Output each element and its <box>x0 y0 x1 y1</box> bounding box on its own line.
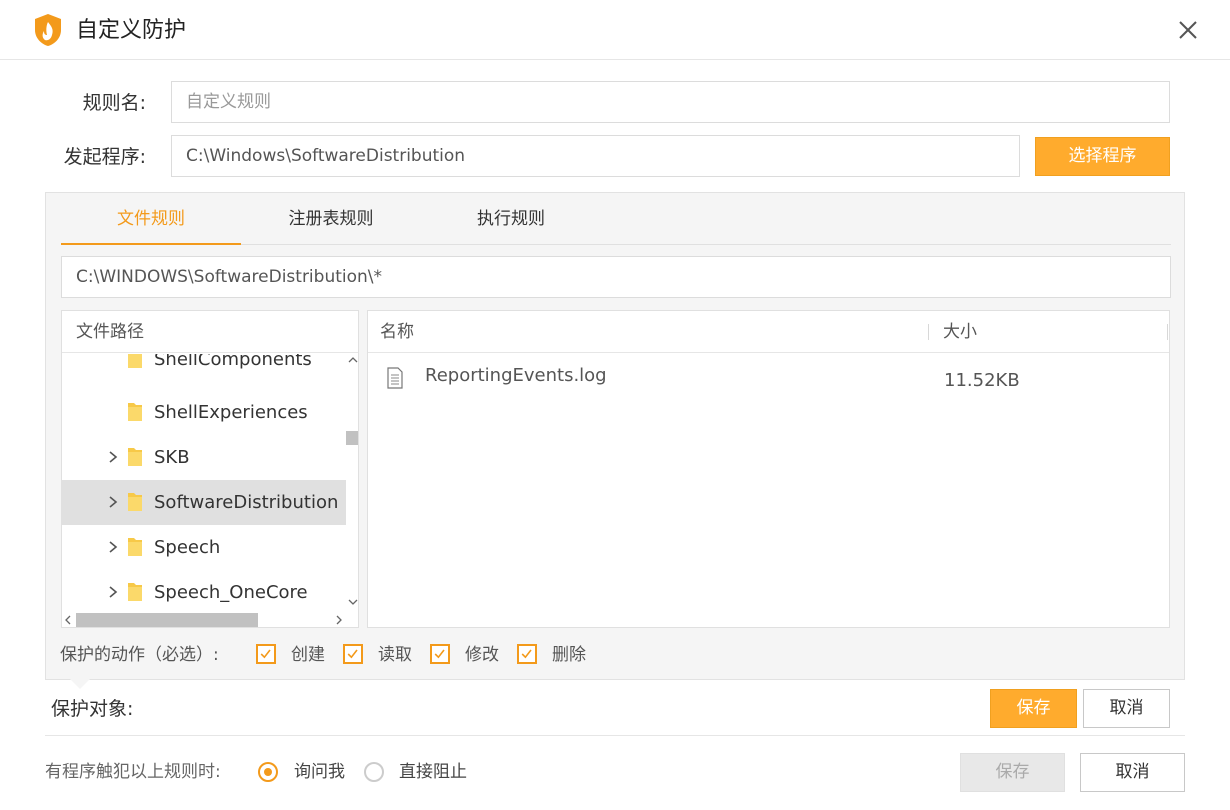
program-label: 发起程序: <box>63 146 146 168</box>
chevron-right-icon[interactable] <box>106 493 120 511</box>
actions-label: 保护的动作（必选）: <box>60 645 219 665</box>
folder-icon <box>128 448 142 466</box>
tree-item[interactable]: Speech <box>62 525 346 570</box>
panel-pointer <box>70 679 90 689</box>
tree-header: 文件路径 <box>62 311 358 353</box>
file-name: ReportingEvents.log <box>425 365 607 386</box>
folder-icon <box>128 583 142 601</box>
tree-item-label: Speech <box>154 537 221 558</box>
delete-checkbox-label[interactable]: 删除 <box>552 639 586 671</box>
delete-checkbox[interactable] <box>517 644 537 664</box>
rule-cancel-button[interactable]: 取消 <box>1083 689 1170 728</box>
violation-action-label: 有程序触犯以上规则时: <box>45 762 221 782</box>
chevron-right-icon[interactable] <box>334 614 344 626</box>
column-header-size[interactable]: 大小 <box>943 311 977 353</box>
column-separator[interactable] <box>1167 324 1168 340</box>
chevron-up-icon[interactable] <box>348 354 358 366</box>
close-icon[interactable] <box>1174 16 1202 44</box>
tree-item-label: Speech_OneCore <box>154 582 308 603</box>
chevron-right-icon[interactable] <box>106 448 120 466</box>
tab-registry-rules[interactable]: 注册表规则 <box>241 193 421 245</box>
tree-item-label: ShellComponents <box>154 354 312 370</box>
tree-item-selected[interactable]: SoftwareDistribution <box>62 480 346 525</box>
select-program-button[interactable]: 选择程序 <box>1035 137 1170 176</box>
tree-body: ShellComponents ShellExperiences SKB Sof… <box>62 354 346 612</box>
file-list-header: 名称 大小 <box>368 311 1169 353</box>
create-checkbox-label[interactable]: 创建 <box>291 639 325 671</box>
file-list: 名称 大小 ReportingEvents.log 11.52KB <box>367 310 1170 628</box>
dialog-cancel-button[interactable]: 取消 <box>1080 753 1185 792</box>
read-checkbox[interactable] <box>343 644 363 664</box>
rule-path-input[interactable]: C:\WINDOWS\SoftwareDistribution\* <box>61 256 1171 298</box>
ask-me-radio[interactable] <box>258 762 278 782</box>
folder-icon <box>128 493 142 511</box>
chevron-left-icon[interactable] <box>63 614 73 626</box>
tree-item[interactable]: Speech_OneCore <box>62 570 346 612</box>
chevron-right-icon[interactable] <box>106 583 120 601</box>
protect-target-label: 保护对象: <box>51 698 134 720</box>
chevron-right-icon[interactable] <box>106 538 120 556</box>
divider <box>45 735 1185 736</box>
block-directly-radio[interactable] <box>364 762 384 782</box>
title-bar: 自定义防护 <box>0 0 1230 60</box>
folder-tree: 文件路径 ShellComponents ShellExperiences SK… <box>61 310 359 628</box>
rule-save-button[interactable]: 保存 <box>990 689 1077 728</box>
tree-horizontal-scrollbar[interactable] <box>62 613 346 627</box>
modify-checkbox-label[interactable]: 修改 <box>465 639 499 671</box>
program-path-input[interactable]: C:\Windows\SoftwareDistribution <box>171 135 1020 177</box>
file-row[interactable]: ReportingEvents.log 11.52KB <box>368 359 1169 399</box>
folder-icon <box>128 354 142 368</box>
tree-item[interactable]: ShellExperiences <box>62 390 346 435</box>
folder-icon <box>128 538 142 556</box>
rule-tabs: 文件规则 注册表规则 执行规则 <box>61 193 1171 245</box>
scrollbar-thumb[interactable] <box>76 613 258 627</box>
scrollbar-thumb[interactable] <box>346 431 358 445</box>
modify-checkbox[interactable] <box>430 644 450 664</box>
dialog-save-button[interactable]: 保存 <box>960 753 1065 792</box>
tree-item[interactable]: ShellComponents <box>62 354 346 382</box>
tree-item[interactable]: SKB <box>62 435 346 480</box>
ask-me-radio-label[interactable]: 询问我 <box>294 760 345 784</box>
tree-item-label: SoftwareDistribution <box>154 492 339 513</box>
tree-vertical-scrollbar[interactable] <box>346 354 358 614</box>
document-icon <box>387 367 403 389</box>
tree-item-label: SKB <box>154 447 190 468</box>
create-checkbox[interactable] <box>256 644 276 664</box>
tree-item-label: ShellExperiences <box>154 402 308 423</box>
folder-icon <box>128 403 142 421</box>
rule-name-input[interactable]: 自定义规则 <box>171 81 1170 123</box>
rules-panel: 文件规则 注册表规则 执行规则 C:\WINDOWS\SoftwareDistr… <box>45 192 1185 680</box>
window-title: 自定义防护 <box>76 18 187 43</box>
block-directly-radio-label[interactable]: 直接阻止 <box>399 760 467 784</box>
rule-name-label: 规则名: <box>82 92 146 114</box>
read-checkbox-label[interactable]: 读取 <box>378 639 412 671</box>
file-size: 11.52KB <box>944 370 1020 391</box>
chevron-down-icon[interactable] <box>348 596 358 608</box>
column-header-name[interactable]: 名称 <box>380 311 414 353</box>
tab-execution-rules[interactable]: 执行规则 <box>421 193 601 245</box>
tab-file-rules[interactable]: 文件规则 <box>61 193 241 245</box>
shield-flame-logo <box>35 14 61 46</box>
column-separator[interactable] <box>928 324 929 340</box>
